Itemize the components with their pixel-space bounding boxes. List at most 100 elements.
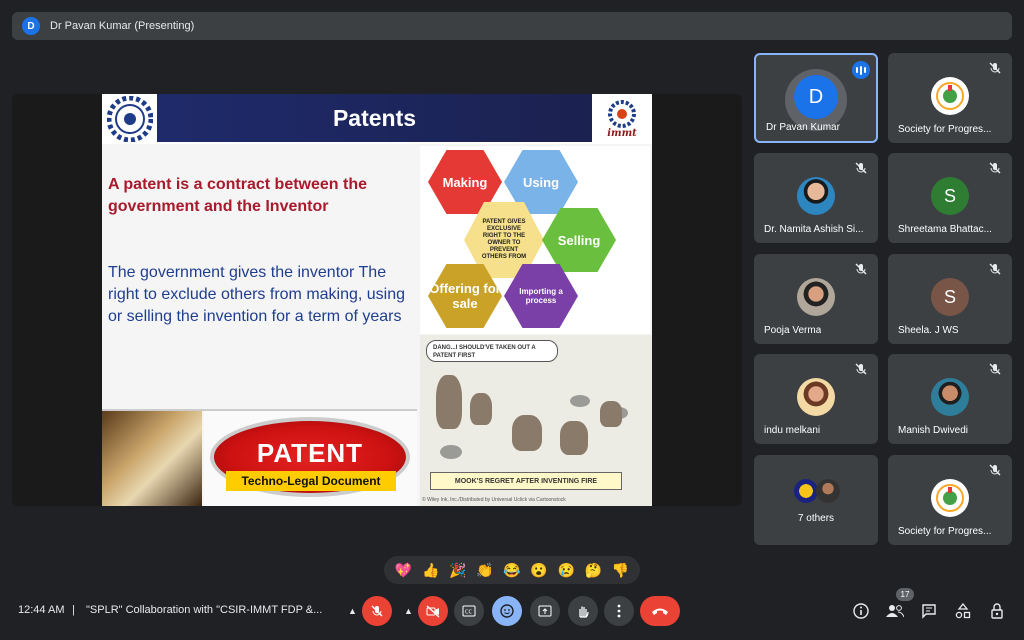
participant-name: Society for Progres...: [898, 526, 992, 537]
more-options-button[interactable]: [604, 596, 634, 626]
participant-tile[interactable]: Society for Progres...: [888, 455, 1012, 545]
participant-tile[interactable]: Manish Dwivedi: [888, 354, 1012, 444]
surprised-reaction[interactable]: 😮: [530, 562, 547, 579]
meeting-controls-bar: 12:44 AM | "SPLR" Collaboration with "CS…: [0, 592, 1024, 632]
cartoon-rock: [570, 395, 590, 407]
sparkling-heart-reaction[interactable]: 💖: [395, 562, 412, 579]
meeting-title: "SPLR" Collaboration with "CSIR-IMMT FDP…: [86, 604, 323, 616]
meeting-details-icon[interactable]: [852, 602, 870, 620]
cartoon-caption: MOOK'S REGRET AFTER INVENTING FIRE: [430, 472, 622, 490]
immt-logo-text: immt: [607, 127, 637, 139]
avatar: D: [794, 75, 838, 119]
mic-off-icon: [854, 262, 870, 278]
meeting-clock: 12:44 AM: [18, 604, 65, 616]
participant-name: Society for Progres...: [898, 124, 992, 135]
techno-legal-label: Techno-Legal Document: [226, 471, 396, 491]
mic-off-icon: [988, 161, 1004, 177]
camera-off-button[interactable]: [418, 596, 448, 626]
mic-control: ▲: [344, 596, 392, 626]
others-count-label: 7 others: [797, 513, 835, 524]
mic-off-icon: [988, 362, 1004, 378]
clapping-reaction[interactable]: 👏: [476, 562, 493, 579]
cartoon-caveman: [560, 421, 588, 455]
mic-off-icon: [988, 262, 1004, 278]
participant-tile[interactable]: S Shreetama Bhattac...: [888, 153, 1012, 243]
patent-definition: A patent is a contract between the gover…: [108, 176, 368, 215]
participant-photo: [797, 177, 835, 215]
camera-options-chevron-icon[interactable]: ▲: [404, 606, 413, 616]
people-icon[interactable]: [886, 602, 904, 620]
presentation-slide: Patents immt A patent is a contract betw…: [102, 94, 652, 506]
slide-title-band: Patents: [157, 94, 592, 142]
patent-rights-diagram: Making Using PATENT GIVES EXCLUSIVE RIGH…: [420, 146, 650, 334]
participant-photo: [797, 378, 835, 416]
patent-badge-text: PATENT: [256, 437, 364, 468]
cartoon-caveman: [436, 375, 462, 429]
csir-logo: [104, 96, 156, 142]
captions-button[interactable]: CC: [454, 596, 484, 626]
slide-title: Patents: [332, 104, 417, 131]
mic-off-button[interactable]: [362, 596, 392, 626]
participant-tile[interactable]: S Sheela. J WS: [888, 254, 1012, 344]
org-logo-avatar: [931, 479, 969, 517]
end-call-button[interactable]: [640, 596, 680, 626]
participant-tile[interactable]: indu melkani: [754, 354, 878, 444]
raise-hand-button[interactable]: [568, 596, 598, 626]
participant-photo: [797, 278, 835, 316]
chat-icon[interactable]: [920, 602, 938, 620]
participant-name: indu melkani: [764, 425, 821, 436]
patent-description: The government gives the inventor The ri…: [108, 264, 406, 325]
immt-logo: immt: [594, 96, 650, 142]
participant-tile[interactable]: Pooja Verma: [754, 254, 878, 344]
legal-documents-image: [102, 411, 202, 506]
participant-name: Pooja Verma: [764, 325, 822, 336]
presenting-banner[interactable]: D Dr Pavan Kumar (Presenting): [12, 12, 1012, 40]
others-tile[interactable]: 7 others: [754, 455, 878, 545]
cartoon-caveman: [600, 401, 622, 427]
host-controls-icon[interactable]: [988, 602, 1006, 620]
speaking-indicator-icon: [852, 61, 870, 79]
camera-control: ▲: [400, 596, 448, 626]
shared-screen: Patents immt A patent is a contract betw…: [12, 94, 742, 506]
patent-badge-image: PATENT Techno-Legal Document: [204, 411, 417, 506]
mic-off-icon: [988, 463, 1004, 479]
avatar: S: [931, 177, 969, 215]
emoji-reactions-button[interactable]: [492, 596, 522, 626]
participant-name: Shreetama Bhattac...: [898, 224, 992, 235]
participant-name: Dr. Namita Ashish Si...: [764, 224, 864, 235]
presenting-label: Dr Pavan Kumar (Presenting): [50, 20, 195, 32]
thinking-reaction[interactable]: 🤔: [585, 562, 602, 579]
presenter-avatar: D: [22, 17, 40, 35]
participant-name: Manish Dwivedi: [898, 425, 969, 436]
party-popper-reaction[interactable]: 🎉: [449, 562, 466, 579]
cartoon-image: DANG...I SHOULD'VE TAKEN OUT A PATENT FI…: [420, 335, 652, 506]
laughing-reaction[interactable]: 😂: [503, 562, 520, 579]
other-participant-avatar: [816, 479, 840, 503]
activities-icon[interactable]: [954, 602, 972, 620]
cartoon-caveman: [470, 393, 492, 425]
cartoon-credit: © Wiley Ink, Inc./Distributed by Univers…: [422, 497, 566, 503]
participant-tile[interactable]: Society for Progres...: [888, 53, 1012, 143]
participant-tile[interactable]: Dr. Namita Ashish Si...: [754, 153, 878, 243]
time-separator: |: [72, 604, 75, 616]
participant-tile[interactable]: D Dr Pavan Kumar: [754, 53, 878, 143]
reactions-bar: 💖 👍 🎉 👏 😂 😮 😢 🤔 👎: [384, 556, 640, 584]
org-logo-avatar: [931, 77, 969, 115]
participant-name: Dr Pavan Kumar: [766, 122, 840, 133]
svg-text:CC: CC: [465, 610, 472, 616]
participant-photo: [931, 378, 969, 416]
participant-count-badge: 17: [896, 588, 914, 601]
mic-off-icon: [854, 362, 870, 378]
hex-selling: Selling: [542, 208, 616, 272]
thumbs-up-reaction[interactable]: 👍: [422, 562, 439, 579]
sad-reaction[interactable]: 😢: [557, 562, 574, 579]
mic-off-icon: [854, 161, 870, 177]
participant-name: Sheela. J WS: [898, 325, 959, 336]
cartoon-rock: [440, 445, 462, 459]
thumbs-down-reaction[interactable]: 👎: [612, 562, 629, 579]
avatar: S: [931, 278, 969, 316]
present-screen-button[interactable]: [530, 596, 560, 626]
mic-options-chevron-icon[interactable]: ▲: [348, 606, 357, 616]
other-participant-avatar: [794, 479, 818, 503]
mic-off-icon: [988, 61, 1004, 77]
